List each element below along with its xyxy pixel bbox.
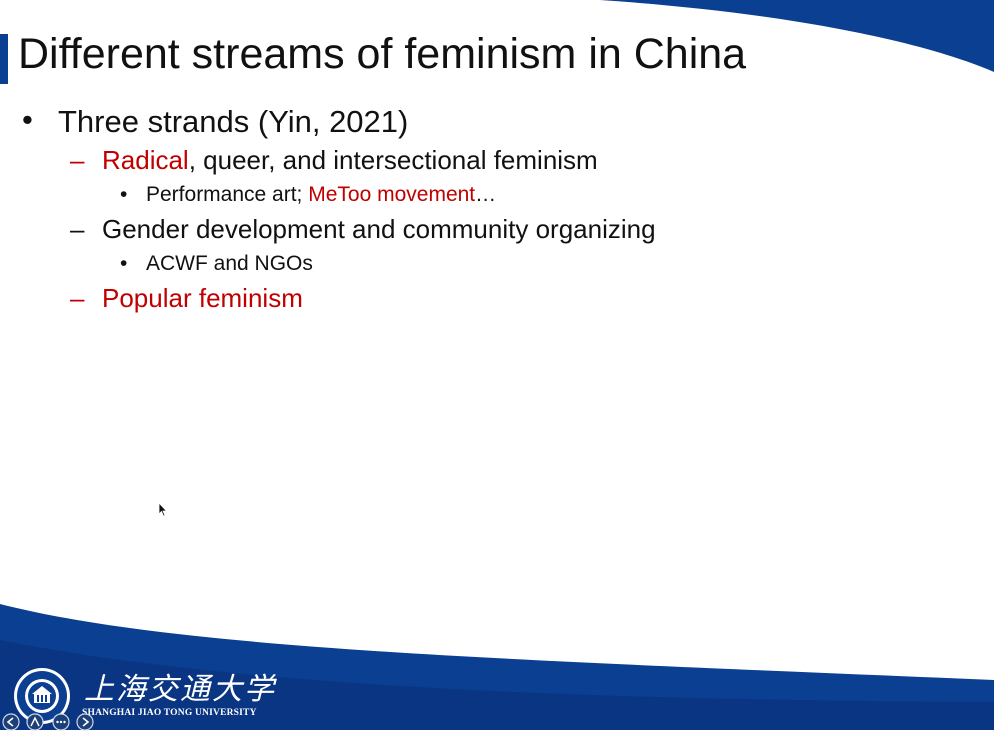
detail-text: ACWF and NGOs (146, 252, 313, 275)
slide-title: Different streams of feminism in China (18, 30, 747, 78)
dash-marker: – (70, 145, 85, 175)
bullet-marker: • (22, 102, 33, 137)
sub-bullet-text: Popular feminism (102, 283, 303, 313)
mouse-cursor-icon (158, 502, 168, 517)
arrow-right-icon[interactable] (76, 713, 94, 731)
sub-bullet-text: Radical, queer, and intersectional femin… (102, 145, 598, 176)
dash-marker: – (70, 283, 85, 313)
highlight-metoo: MeToo movement (308, 183, 476, 206)
detail-marker: • (120, 252, 128, 275)
radical-rest-text: , queer, and intersectional feminism (188, 145, 598, 175)
dash-marker: – (70, 214, 85, 244)
highlight-radical: Radical (102, 145, 189, 175)
detail-text: Performance art; MeToo movement… (146, 183, 496, 207)
detail-marker: • (120, 183, 128, 206)
bullet-text: Three strands (Yin, 2021) (58, 104, 409, 139)
pen-icon[interactable] (26, 713, 44, 731)
university-name-chinese: 上海交通大学 (84, 672, 276, 707)
title-accent-bar (0, 34, 8, 84)
university-name-english: SHANGHAI JIAO TONG UNIVERSITY (82, 708, 257, 718)
arrow-left-icon[interactable] (2, 713, 20, 731)
detail-prefix: Performance art; (146, 183, 309, 206)
detail-suffix: … (475, 183, 497, 206)
sub-bullet-text: Gender development and community organiz… (102, 214, 656, 244)
more-options-icon[interactable] (52, 713, 70, 731)
